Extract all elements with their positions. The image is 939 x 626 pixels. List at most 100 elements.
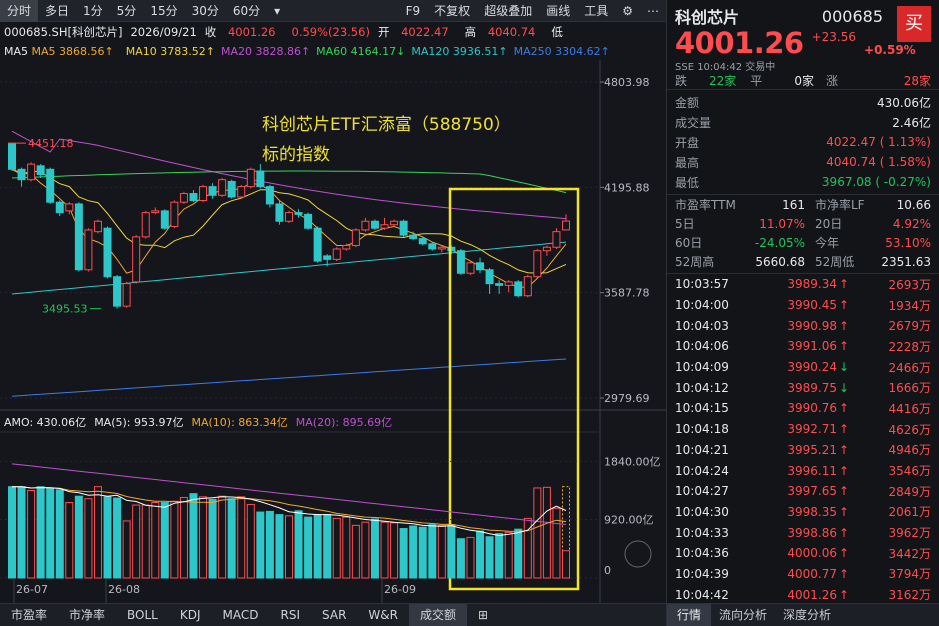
- tab-sar[interactable]: SAR: [311, 604, 357, 626]
- candle-body: [485, 269, 494, 285]
- grid-row: 5日 11.07% 20日 4.92%: [675, 214, 931, 233]
- toolbar-spacer: [287, 0, 398, 22]
- tick-row: 10:04:00 3990.45 ↑ 1934万: [675, 295, 931, 316]
- volume-bar: [418, 526, 427, 579]
- volume-bar: [84, 498, 93, 579]
- period-tab-intraday[interactable]: 分时: [0, 0, 39, 22]
- tick-volume: 3794万: [888, 567, 931, 582]
- more-icon[interactable]: ⋯: [640, 0, 666, 22]
- grid-value: 161: [782, 197, 805, 212]
- volume-bar: [370, 518, 379, 579]
- period-tab-5min[interactable]: 5分: [110, 0, 144, 22]
- kline-chart[interactable]: 4803.98 4195.88 3587.78 2979.69 4451.18 3495.…: [0, 0, 666, 603]
- market-status: SSE 10:04:42 交易中: [675, 61, 776, 73]
- grid-value-2: 10.66: [896, 197, 931, 212]
- grid-label-2: 市净率LF: [815, 198, 865, 212]
- volume-bar: [476, 530, 485, 579]
- tick-direction-icon: ↓: [838, 360, 850, 375]
- tab-pe[interactable]: 市盈率: [0, 604, 58, 626]
- volume-bar: [466, 536, 475, 579]
- tick-row: 10:04:18 3992.71 ↑ 4626万: [675, 419, 931, 440]
- grid-row: 52周高 5660.68 52周低 2351.63: [675, 252, 931, 271]
- volume-bar: [17, 486, 26, 579]
- tab-boll[interactable]: BOLL: [116, 604, 169, 626]
- candle-body: [418, 238, 427, 245]
- down-label: 跌: [675, 74, 688, 88]
- tab-pb[interactable]: 市净率: [58, 604, 116, 626]
- annotation-line-1: 科创芯片ETF汇添富（588750）: [262, 115, 511, 135]
- volume-bar: [275, 514, 284, 579]
- volume-bar: [36, 486, 45, 579]
- volume-bar: [323, 514, 332, 579]
- price-pct: +0.59%: [864, 43, 916, 57]
- max-price-label: 4451.18: [28, 137, 74, 150]
- tab-quote[interactable]: 行情: [667, 604, 712, 626]
- candle-body: [246, 168, 255, 188]
- candle-body: [151, 210, 160, 214]
- tick-volume: 3962万: [888, 526, 931, 541]
- candle-body: [504, 281, 513, 286]
- tab-kdj[interactable]: KDJ: [169, 604, 212, 626]
- tab-macd[interactable]: MACD: [212, 604, 270, 626]
- volume-bar: [55, 489, 64, 579]
- buy-button[interactable]: 买: [897, 6, 931, 42]
- candle-body: [65, 203, 74, 212]
- index-code: 000685.SH[科创芯片]: [4, 25, 123, 39]
- period-tab-1min[interactable]: 1分: [76, 0, 110, 22]
- volume-bar: [93, 486, 102, 579]
- period-tab-multiday[interactable]: 多日: [38, 0, 76, 22]
- tick-direction-icon: ↑: [838, 401, 850, 416]
- volume-bar: [332, 517, 341, 579]
- volume-bar: [304, 516, 313, 579]
- down-count: 22家: [709, 74, 737, 88]
- candle-body: [122, 283, 131, 307]
- volume-bar: [456, 538, 465, 579]
- adjust-mode-button[interactable]: 不复权: [427, 0, 477, 22]
- ma10-value: MA10 3783.52↑: [125, 44, 215, 58]
- volume-bar: [409, 525, 418, 579]
- f9-button[interactable]: F9: [399, 0, 428, 22]
- tick-direction-icon: ↑: [838, 298, 850, 313]
- candle-body: [351, 229, 360, 247]
- tick-direction-icon: ↓: [838, 380, 850, 395]
- tab-amount[interactable]: 成交额: [408, 604, 467, 626]
- add-indicator-icon[interactable]: ⊞: [467, 604, 499, 626]
- grid-row: 60日 -24.05% 今年 53.10%: [675, 233, 931, 252]
- right-tabs: 行情 流向分析 深度分析: [667, 603, 939, 626]
- ma120-value: MA120 3936.51↑: [411, 44, 508, 58]
- volume-bar: [208, 498, 217, 579]
- tab-flow[interactable]: 流向分析: [711, 604, 775, 626]
- vol-tick-label: 1840.00亿: [604, 455, 661, 468]
- candle-body: [113, 276, 122, 307]
- candle-body: [132, 236, 141, 283]
- volume-bar: [8, 486, 16, 579]
- tick-volume: 1934万: [888, 298, 931, 313]
- volume-bar: [160, 502, 169, 579]
- tab-rsi[interactable]: RSI: [270, 604, 312, 626]
- amo-value: AMO: 430.06亿: [4, 416, 87, 429]
- period-tab-15min[interactable]: 15分: [143, 0, 184, 22]
- tools-button[interactable]: 工具: [577, 0, 615, 22]
- gear-icon[interactable]: ⚙: [615, 0, 640, 22]
- open-group: 开 4022.47: [378, 24, 457, 40]
- tick-time: 10:04:42: [675, 587, 729, 602]
- tick-row: 10:04:36 4000.06 ↑ 3442万: [675, 543, 931, 564]
- tick-price: 3989.75: [787, 380, 837, 395]
- tick-volume: 4946万: [888, 443, 931, 458]
- grid-value-2: 4.92%: [892, 216, 931, 231]
- grid-label-2: 52周低: [815, 255, 855, 269]
- draw-button[interactable]: 画线: [539, 0, 577, 22]
- period-tab-30min[interactable]: 30分: [185, 0, 226, 22]
- high-value: 4040.74: [487, 25, 536, 39]
- tick-list: 10:03:57 3989.34 ↑ 2693万 10:04:00 3990.45 ↑ 193…: [667, 273, 939, 605]
- chevron-down-icon[interactable]: ▾: [267, 0, 287, 22]
- grid-label-2: 20日: [815, 217, 843, 231]
- overlay-button[interactable]: 超级叠加: [477, 0, 539, 22]
- period-tab-60min[interactable]: 60分: [226, 0, 267, 22]
- volume-bar: [533, 487, 542, 579]
- tab-wr[interactable]: W&R: [357, 604, 409, 626]
- candle-body: [390, 220, 399, 226]
- tab-depth[interactable]: 深度分析: [775, 604, 839, 626]
- x-tick-label: 26-08: [108, 583, 140, 596]
- tick-volume: 2061万: [888, 505, 931, 520]
